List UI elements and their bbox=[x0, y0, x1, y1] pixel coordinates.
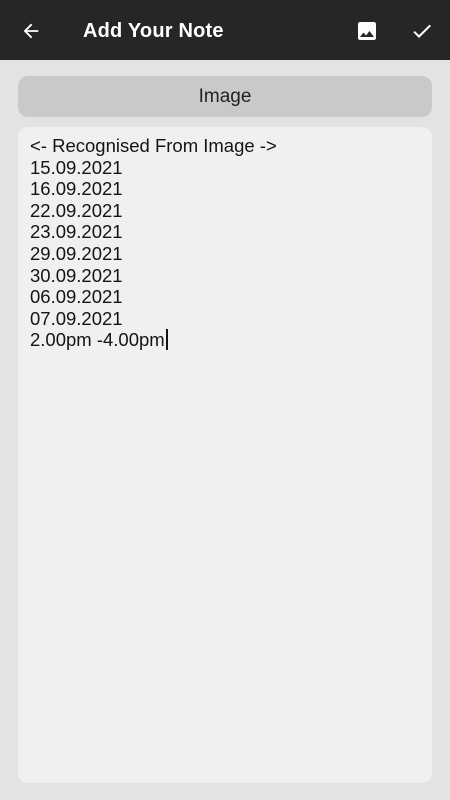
note-line: 07.09.2021 bbox=[30, 307, 123, 329]
note-line: 16.09.2021 bbox=[30, 178, 123, 200]
note-line: 29.09.2021 bbox=[30, 242, 123, 264]
note-line-text: 2.00pm -4.00pm bbox=[30, 329, 165, 351]
back-button[interactable] bbox=[12, 12, 50, 50]
note-line-last: 2.00pm -4.00pm bbox=[30, 329, 420, 351]
check-icon bbox=[413, 24, 431, 38]
note-line: 23.09.2021 bbox=[30, 221, 123, 243]
note-line: 06.09.2021 bbox=[30, 286, 123, 308]
note-line: 30.09.2021 bbox=[30, 264, 123, 286]
image-icon bbox=[358, 22, 376, 40]
note-line: <- Recognised From Image -> bbox=[30, 135, 277, 156]
image-button[interactable]: Image bbox=[18, 76, 432, 117]
arrow-left-icon bbox=[23, 23, 39, 39]
insert-image-button[interactable] bbox=[347, 12, 387, 50]
note-line: 15.09.2021 bbox=[30, 156, 123, 178]
text-cursor bbox=[165, 329, 168, 351]
note-text-area[interactable]: <- Recognised From Image -> 15.09.2021 1… bbox=[18, 127, 432, 783]
top-toolbar: Add Your Note bbox=[0, 0, 450, 60]
page-title: Add Your Note bbox=[83, 20, 224, 42]
note-line: 22.09.2021 bbox=[30, 199, 123, 221]
app-screen: Add Your Note Image <- Recognised From I… bbox=[0, 0, 450, 800]
save-note-button[interactable] bbox=[402, 12, 442, 50]
